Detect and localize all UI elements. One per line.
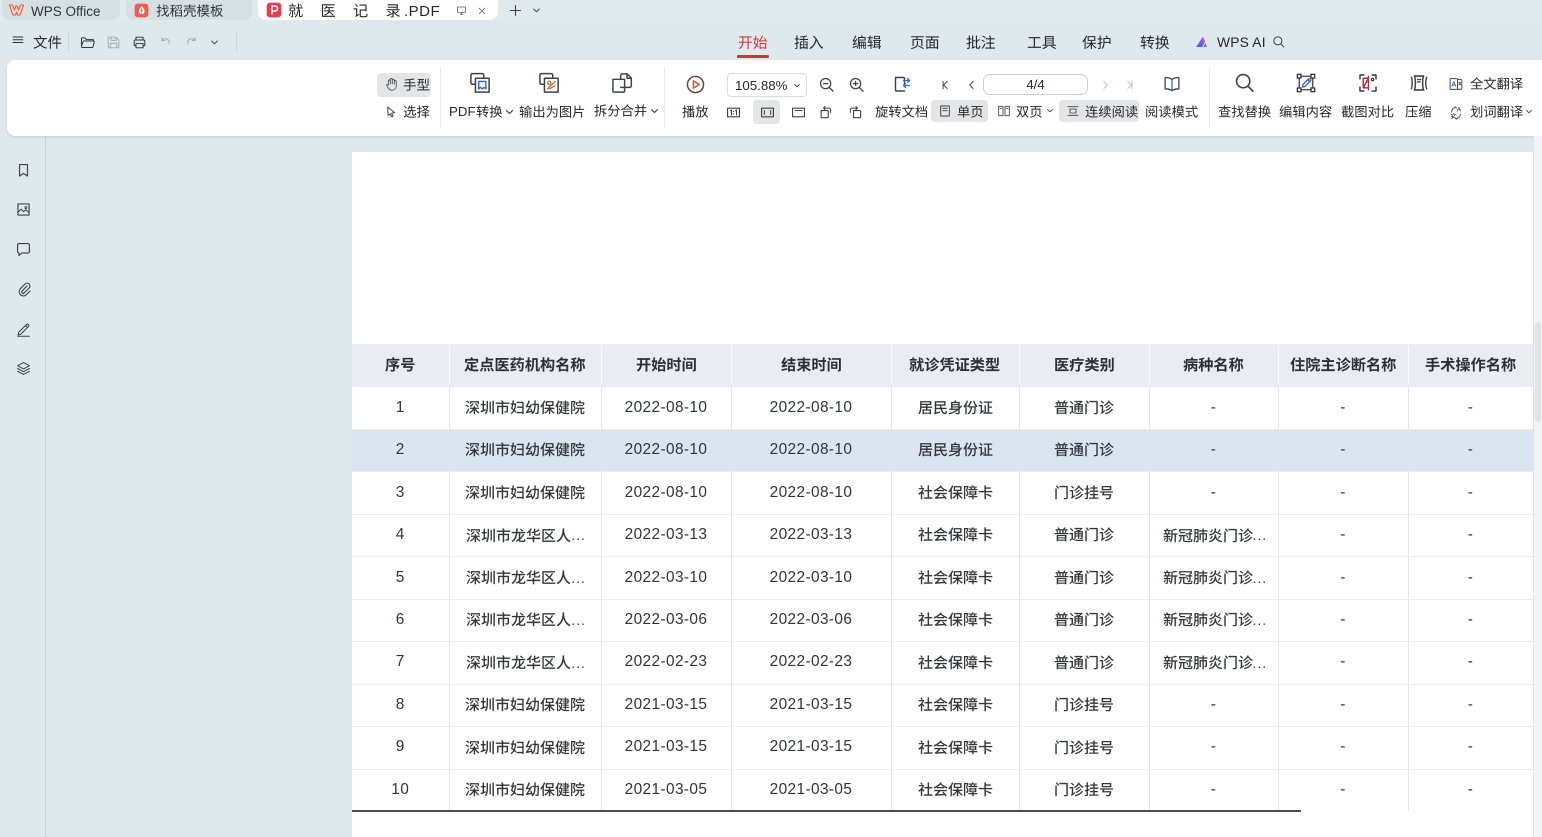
svg-text:A: A [1457,107,1462,114]
svg-text:A: A [1451,80,1456,88]
